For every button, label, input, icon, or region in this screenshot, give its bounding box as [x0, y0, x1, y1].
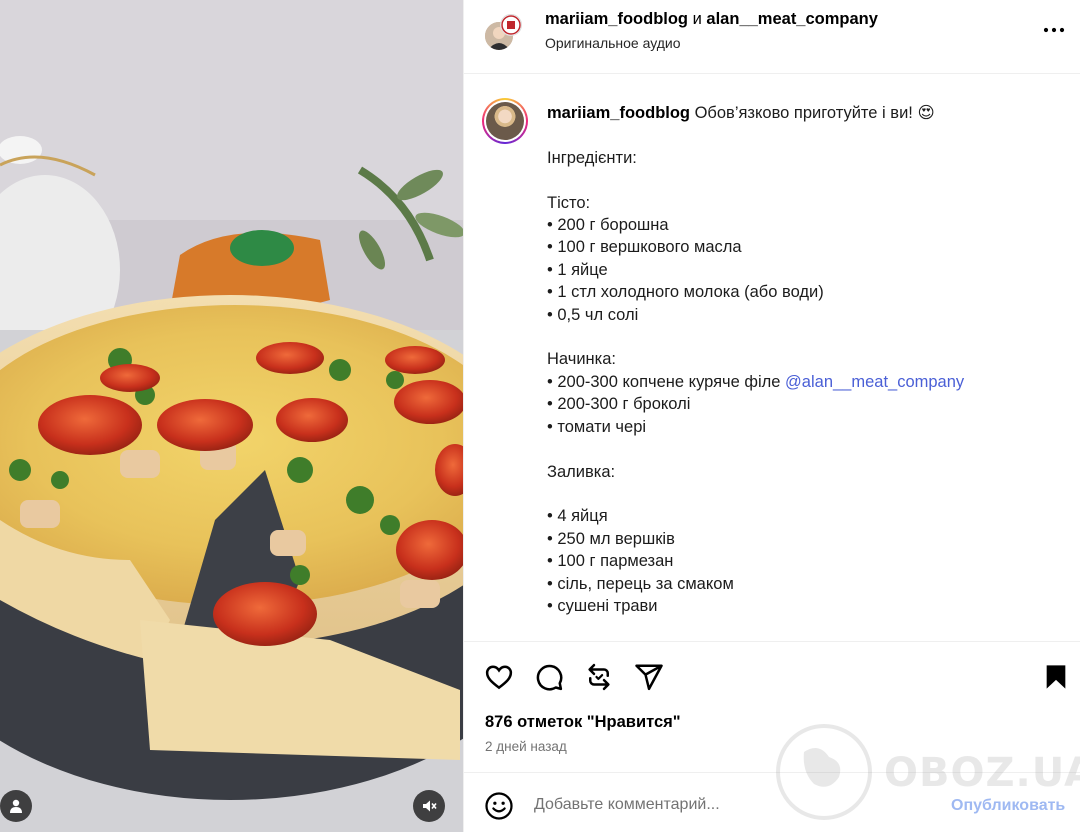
audio-label[interactable]: Оригинальное аудио: [545, 35, 681, 51]
caption-username[interactable]: mariiam_foodblog: [547, 104, 690, 122]
share-button[interactable]: [632, 660, 666, 694]
caption-text: mariiam_foodblog Обов’язково приготуйте …: [547, 102, 1057, 617]
authors-conjunction: и: [692, 10, 702, 28]
repost-button[interactable]: [582, 660, 616, 694]
like-button[interactable]: [482, 660, 516, 694]
post-actions: [464, 642, 1080, 712]
comment-input[interactable]: [534, 793, 934, 817]
post-authors: mariiam_foodblog и alan__meat_company: [545, 10, 878, 29]
publish-button[interactable]: Опубликовать: [951, 797, 1065, 815]
caption-mention-link[interactable]: @alan__meat_company: [785, 373, 964, 391]
likes-count[interactable]: 876 отметок "Нравится": [485, 713, 681, 732]
comment-bubble-icon: [536, 664, 563, 691]
mute-button[interactable]: [413, 790, 445, 822]
author-link-primary[interactable]: mariiam_foodblog: [545, 10, 688, 28]
collab-avatars[interactable]: [483, 14, 527, 54]
post-panel: mariiam_foodblog и alan__meat_company Ор…: [463, 0, 1080, 832]
quiche-photo: [0, 0, 463, 832]
avatar[interactable]: [482, 98, 528, 144]
post-media[interactable]: [0, 0, 463, 832]
paper-plane-icon: [635, 664, 663, 691]
post-timestamp[interactable]: 2 дней назад: [485, 739, 567, 754]
avatar[interactable]: [500, 14, 522, 36]
comment-button[interactable]: [532, 660, 566, 694]
post-caption: mariiam_foodblog Обов’язково приготуйте …: [464, 74, 1080, 642]
smiley-icon: [485, 792, 513, 820]
more-options-button[interactable]: [1041, 18, 1067, 42]
brand-logo-icon: [501, 15, 521, 35]
more-horizontal-icon: [1043, 27, 1065, 33]
emoji-button[interactable]: [484, 791, 514, 821]
caption-body-part-2: • 200-300 г броколі • томати чері Заливк…: [547, 395, 734, 615]
author-link-secondary[interactable]: alan__meat_company: [706, 10, 878, 28]
save-button[interactable]: [1039, 660, 1073, 694]
user-tag-icon: [10, 799, 22, 813]
speaker-muted-icon: [423, 800, 437, 812]
heart-icon: [485, 665, 513, 690]
repost-icon: [588, 663, 610, 691]
bookmark-icon: [1046, 665, 1066, 689]
comment-bar: Опубликовать: [464, 772, 1080, 832]
caption-intro: Обов’язково приготуйте і ви! 😍: [690, 104, 935, 122]
post-header: mariiam_foodblog и alan__meat_company Ор…: [464, 0, 1080, 74]
tagged-users-button[interactable]: [0, 790, 32, 822]
caption-body-part-1: Інгредієнти: Тісто: • 200 г борошна • 10…: [547, 148, 824, 391]
